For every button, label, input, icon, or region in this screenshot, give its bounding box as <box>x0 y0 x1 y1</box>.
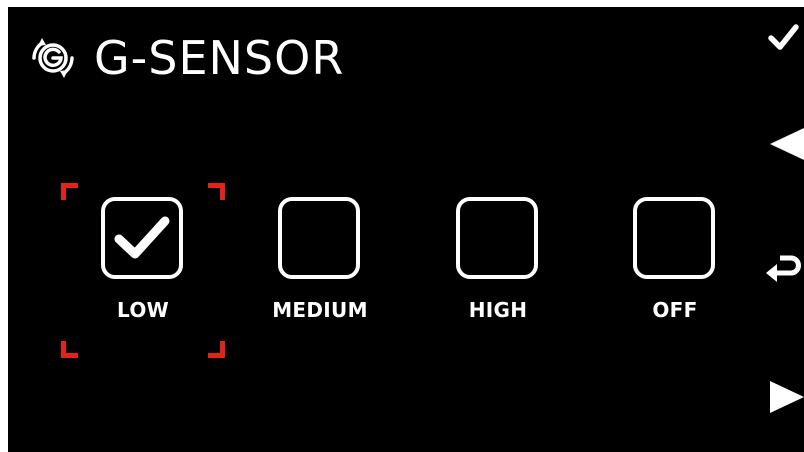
g-sensor-logo-icon <box>32 38 74 78</box>
page-header: G-SENSOR <box>30 35 344 81</box>
next-button[interactable] <box>758 374 804 420</box>
focus-bracket-top-right <box>208 183 225 200</box>
back-return-icon <box>766 255 801 282</box>
previous-button[interactable] <box>758 121 804 167</box>
focus-bracket-bottom-left <box>61 341 78 358</box>
low-checkbox[interactable] <box>101 197 183 279</box>
confirm-button[interactable] <box>758 15 804 61</box>
high-checkbox[interactable] <box>456 197 538 279</box>
confirm-check-icon <box>768 24 799 50</box>
option-label-medium: MEDIUM <box>272 298 368 322</box>
back-button[interactable] <box>758 245 804 291</box>
medium-checkbox[interactable] <box>278 197 360 279</box>
page-title: G-SENSOR <box>94 31 345 85</box>
checkmark-icon <box>114 216 170 259</box>
off-checkbox[interactable] <box>633 197 715 279</box>
focus-bracket-top-left <box>61 183 78 200</box>
focus-bracket-bottom-right <box>208 341 225 358</box>
left-arrow-icon <box>770 128 804 160</box>
option-label-high: HIGH <box>468 298 528 322</box>
right-arrow-icon <box>770 381 804 413</box>
option-label-off: OFF <box>652 298 698 322</box>
option-label-low: LOW <box>117 298 169 322</box>
g-sensor-screen: G-SENSOR LOW MEDIUM HIGH OFF <box>8 7 804 452</box>
